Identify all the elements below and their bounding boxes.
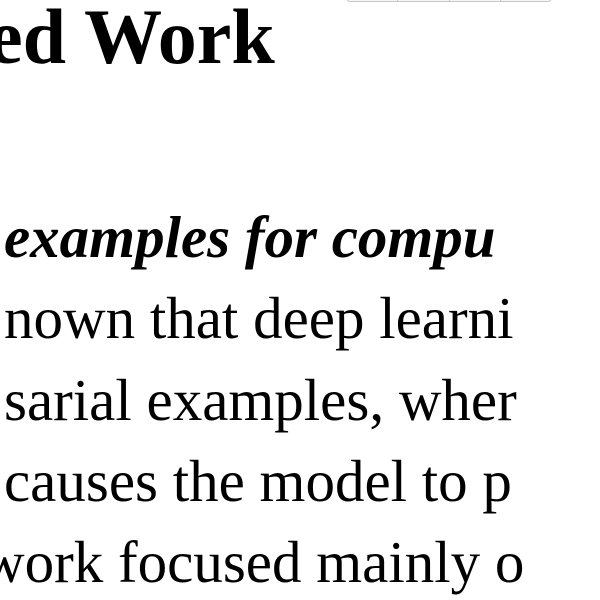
toolbar-button[interactable]	[501, 0, 551, 1]
body-text-line: nown that deep learni	[4, 285, 514, 351]
document-viewport: ed Work examples for compu nown that dee…	[0, 0, 600, 600]
body-text-line: sarial examples, wher	[4, 367, 517, 433]
paragraph-subheading: examples for compu	[4, 204, 496, 270]
section-heading: ed Work	[0, 0, 275, 80]
toolbar-button[interactable]	[398, 0, 450, 1]
toolbar-button[interactable]	[450, 0, 501, 1]
toolbar-button[interactable]	[347, 0, 399, 1]
viewer-toolbar[interactable]	[346, 0, 552, 2]
body-text-line: causes the model to p	[4, 448, 512, 514]
body-text-line: work focused mainly o	[0, 529, 525, 595]
